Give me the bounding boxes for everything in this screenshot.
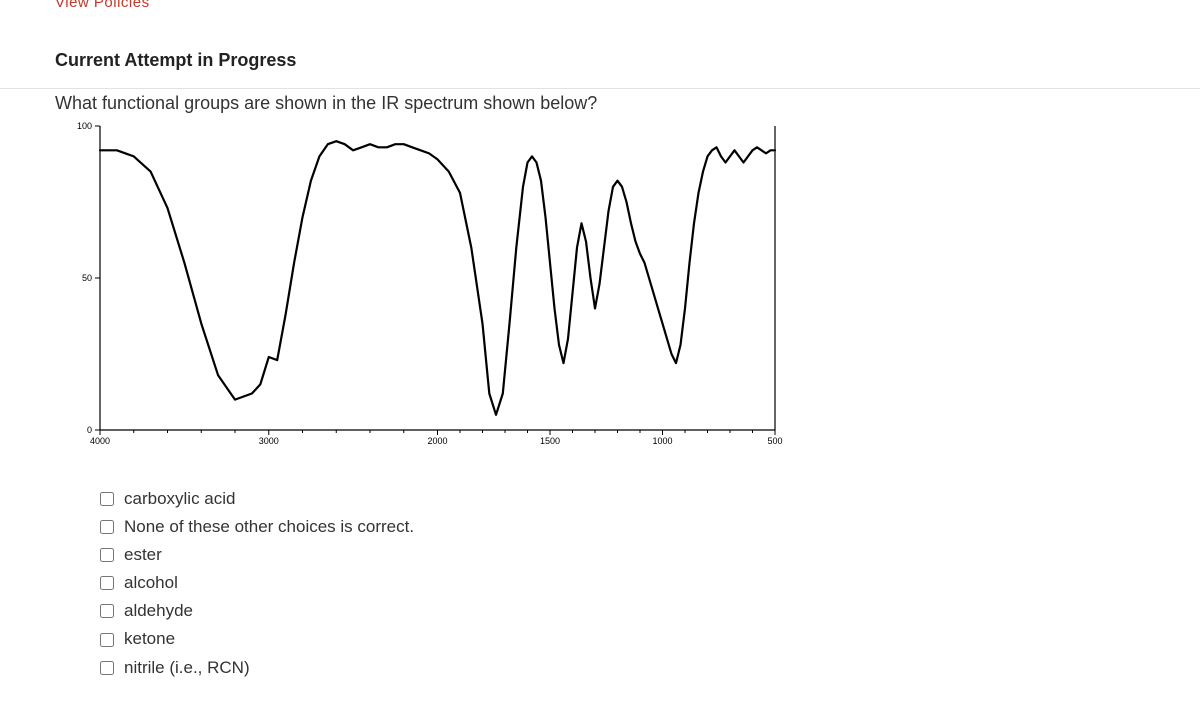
question-prompt: What functional groups are shown in the … xyxy=(55,93,1160,114)
option-row[interactable]: carboxylic acid xyxy=(100,488,1160,510)
option-row[interactable]: aldehyde xyxy=(100,600,1160,622)
option-label: carboxylic acid xyxy=(124,488,236,510)
option-row[interactable]: ketone xyxy=(100,628,1160,650)
x-tick-label: 500 xyxy=(767,436,782,446)
option-checkbox[interactable] xyxy=(100,604,114,618)
x-tick-label: 2000 xyxy=(427,436,447,446)
answer-options: carboxylic acid None of these other choic… xyxy=(100,488,1160,679)
option-label: ketone xyxy=(124,628,175,650)
option-checkbox[interactable] xyxy=(100,548,114,562)
y-tick-label: 0 xyxy=(87,425,92,435)
option-checkbox[interactable] xyxy=(100,520,114,534)
option-label: alcohol xyxy=(124,572,178,594)
x-tick-label: 1000 xyxy=(652,436,672,446)
option-label: None of these other choices is correct. xyxy=(124,516,414,538)
option-row[interactable]: alcohol xyxy=(100,572,1160,594)
option-checkbox[interactable] xyxy=(100,633,114,647)
y-tick-label: 100 xyxy=(77,121,92,131)
option-label: nitrile (i.e., RCN) xyxy=(124,657,250,679)
spectrum-trace xyxy=(100,141,775,415)
option-row[interactable]: None of these other choices is correct. xyxy=(100,516,1160,538)
y-tick-label: 50 xyxy=(82,273,92,283)
option-label: aldehyde xyxy=(124,600,193,622)
view-policies-link[interactable]: View Policies xyxy=(55,0,150,11)
option-row[interactable]: ester xyxy=(100,544,1160,566)
option-label: ester xyxy=(124,544,162,566)
x-tick-label: 3000 xyxy=(259,436,279,446)
option-checkbox[interactable] xyxy=(100,661,114,675)
x-tick-label: 1500 xyxy=(540,436,560,446)
option-checkbox[interactable] xyxy=(100,492,114,506)
section-divider xyxy=(0,88,1200,89)
x-tick-label: 4000 xyxy=(90,436,110,446)
attempt-status: Current Attempt in Progress xyxy=(55,50,1160,71)
option-checkbox[interactable] xyxy=(100,576,114,590)
option-row[interactable]: nitrile (i.e., RCN) xyxy=(100,657,1160,679)
ir-spectrum-chart: 40003000200015001000500 100500 xyxy=(65,118,1160,458)
question-content: Current Attempt in Progress What functio… xyxy=(55,50,1160,685)
